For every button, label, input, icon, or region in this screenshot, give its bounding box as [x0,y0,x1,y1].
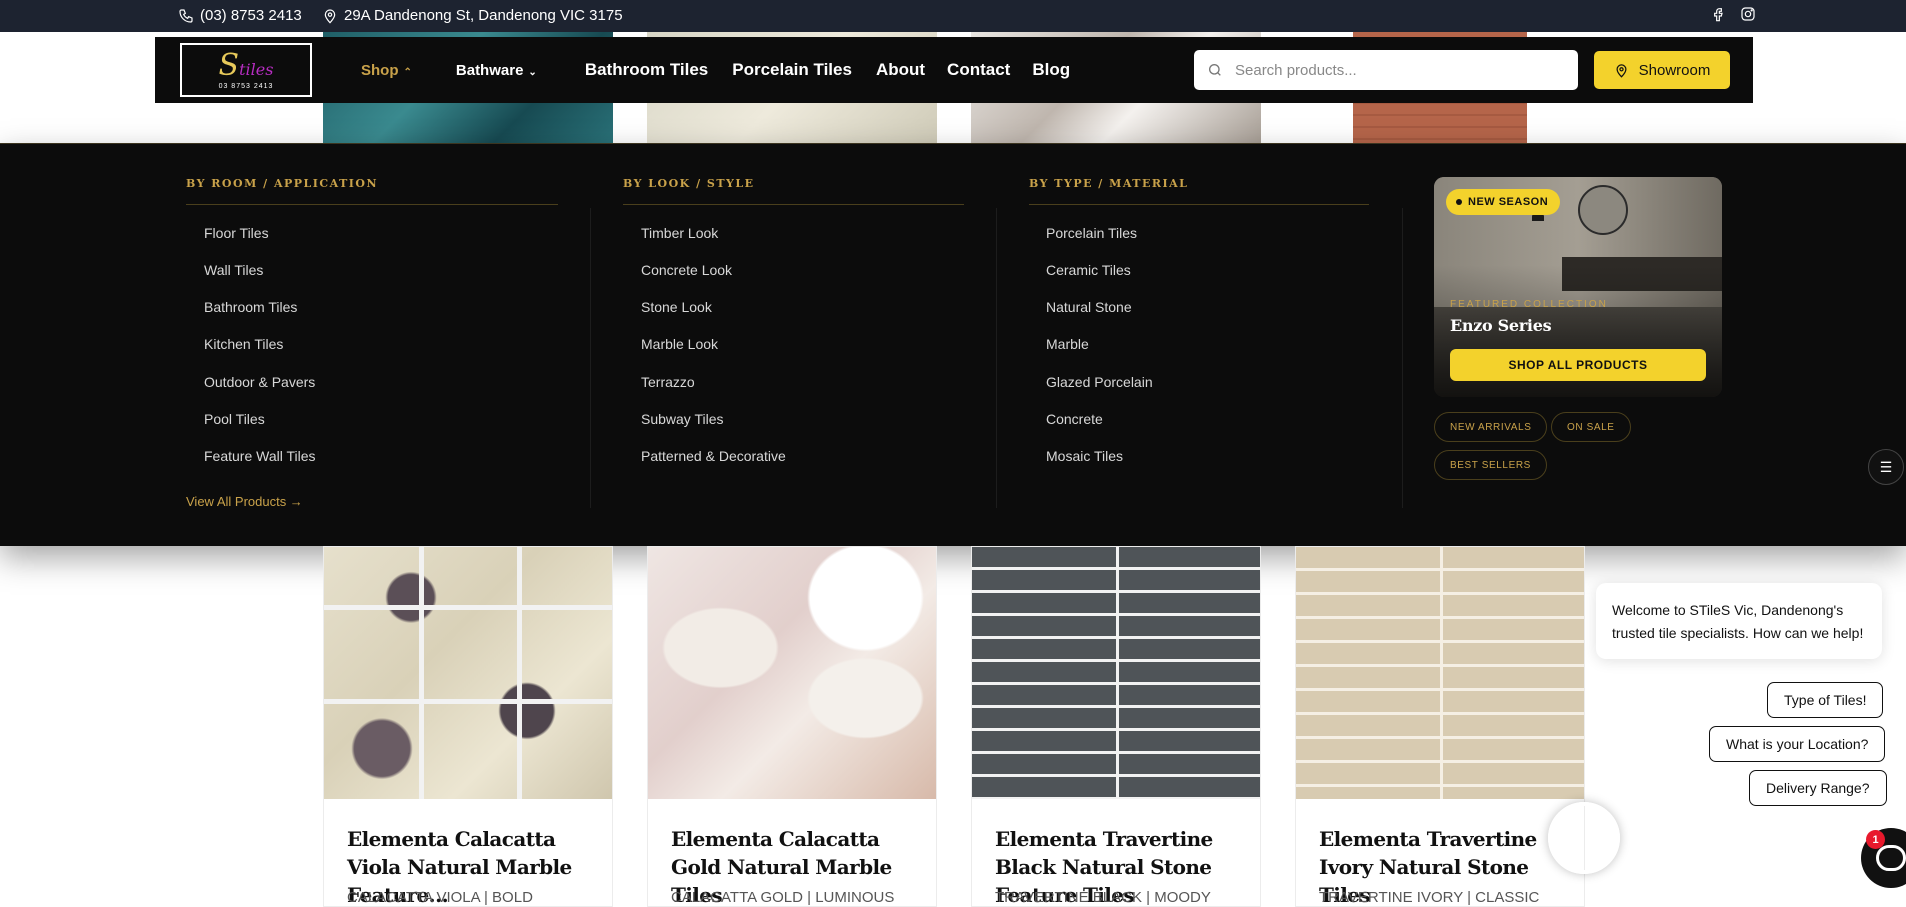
main-header: Stiles 03 8753 2413 Shop ⌃ Bathware ⌄ Bath… [155,37,1753,103]
menu-link-bathroom-tiles[interactable]: Bathroom Tiles [204,299,297,315]
nav-porcelain-tiles[interactable]: Porcelain Tiles [732,60,852,80]
top-info-bar: (03) 8753 2413 29A Dandenong St, Dandeno… [0,0,1906,32]
featured-title: Enzo Series [1450,316,1552,335]
menu-link-mosaic-tiles[interactable]: Mosaic Tiles [1046,448,1123,464]
tag-on-sale[interactable]: ON SALE [1551,412,1631,442]
nav-contact[interactable]: Contact [947,60,1010,80]
product-image[interactable] [648,547,936,799]
instagram-icon[interactable] [1740,6,1756,22]
chevron-up-icon: ⌃ [403,66,412,78]
menu-link-timber-look[interactable]: Timber Look [641,225,718,241]
menu-link-floor-tiles[interactable]: Floor Tiles [204,225,269,241]
tag-best-sellers[interactable]: BEST SELLERS [1434,450,1547,480]
chat-bubble-icon [1876,845,1906,871]
sliders-icon[interactable]: ☰ [1868,449,1904,485]
divider [996,208,997,508]
map-pin-icon [324,8,336,24]
product-image[interactable] [972,547,1260,799]
product-image[interactable] [1296,547,1584,799]
product-image[interactable] [324,547,612,799]
nav-bathware[interactable]: Bathware ⌄ [456,62,537,79]
divider [1402,208,1403,508]
menu-link-patterned-decorative[interactable]: Patterned & Decorative [641,448,786,464]
dot-icon [1456,199,1462,205]
showroom-button[interactable]: Showroom [1594,51,1730,89]
menu-link-ceramic-tiles[interactable]: Ceramic Tiles [1046,262,1131,278]
product-card[interactable]: Elementa Travertine Black Natural Stone … [971,546,1261,907]
social-links [1710,6,1756,22]
menu-link-wall-tiles[interactable]: Wall Tiles [204,262,263,278]
product-card[interactable]: Elementa Travertine Ivory Natural Stone … [1295,546,1585,907]
featured-label: FEATURED COLLECTION [1450,299,1608,310]
divider [186,204,558,205]
facebook-icon[interactable] [1710,6,1726,22]
search-box[interactable] [1194,50,1578,90]
nav-blog[interactable]: Blog [1032,60,1070,80]
column-heading-room: BY ROOM / APPLICATION [186,177,379,190]
quick-reply-location[interactable]: What is your Location? [1709,726,1886,762]
site-logo[interactable]: Stiles 03 8753 2413 [180,43,312,97]
logo-phone: 03 8753 2413 [218,82,274,90]
menu-link-marble[interactable]: Marble [1046,336,1089,352]
nav-about[interactable]: About [876,60,925,80]
address-text[interactable]: 29A Dandenong St, Dandenong VIC 3175 [344,7,623,24]
nav-bathroom-tiles[interactable]: Bathroom Tiles [585,60,708,80]
product-card[interactable]: Elementa Calacatta Gold Natural Marble T… [647,546,937,907]
chevron-down-icon: ⌄ [528,66,537,78]
menu-link-kitchen-tiles[interactable]: Kitchen Tiles [204,336,283,352]
column-heading-look: BY LOOK / STYLE [623,177,755,190]
product-subtitle: CALACATTA GOLD | LUMINOUS [671,889,895,906]
menu-link-natural-stone[interactable]: Natural Stone [1046,299,1132,315]
chat-welcome-bubble: Welcome to STileS Vic, Dandenong's trust… [1596,583,1882,659]
divider [623,204,964,205]
column-heading-type: BY TYPE / MATERIAL [1029,177,1189,190]
shop-all-products-button[interactable]: SHOP ALL PRODUCTS [1450,349,1706,381]
search-input[interactable] [1235,61,1555,79]
menu-link-glazed-porcelain[interactable]: Glazed Porcelain [1046,374,1153,390]
tag-new-arrivals[interactable]: NEW ARRIVALS [1434,412,1548,442]
main-nav: Shop ⌃ Bathware ⌄ Bathroom Tiles Porcelain… [361,37,1070,103]
address-contact[interactable]: 29A Dandenong St, Dandenong VIC 3175 [322,7,623,24]
product-subtitle: TRAVERTINE IVORY | CLASSIC [1319,889,1540,906]
quick-reply-type-of-tiles[interactable]: Type of Tiles! [1767,682,1884,718]
menu-link-outdoor-pavers[interactable]: Outdoor & Pavers [204,374,315,390]
loading-spinner-icon [1548,802,1620,874]
menu-link-stone-look[interactable]: Stone Look [641,299,712,315]
menu-link-marble-look[interactable]: Marble Look [641,336,718,352]
grout-line [1116,547,1119,799]
shop-mega-menu: BY ROOM / APPLICATION Floor Tiles Wall T… [0,143,1906,546]
menu-link-subway-tiles[interactable]: Subway Tiles [641,411,723,427]
unread-badge: 1 [1866,830,1885,849]
product-subtitle: CALACATTA VIOLA | BOLD [347,889,533,906]
menu-link-terrazzo[interactable]: Terrazzo [641,374,695,390]
phone-contact[interactable]: (03) 8753 2413 [178,7,302,24]
new-season-badge: NEW SEASON [1446,189,1561,215]
divider [1029,204,1369,205]
nav-shop[interactable]: Shop ⌃ [361,62,412,79]
search-icon [1209,63,1221,76]
logo-mark: Stiles [218,47,274,83]
product-card[interactable]: Elementa Calacatta Viola Natural Marble … [323,546,613,907]
menu-link-porcelain-tiles[interactable]: Porcelain Tiles [1046,225,1137,241]
menu-link-concrete-look[interactable]: Concrete Look [641,262,732,278]
featured-collection-card[interactable]: NEW SEASON FEATURED COLLECTION Enzo Seri… [1434,177,1722,397]
menu-link-pool-tiles[interactable]: Pool Tiles [204,411,265,427]
map-pin-icon [1616,63,1627,78]
showroom-label: Showroom [1638,61,1711,79]
grout-line [1440,547,1443,799]
divider [590,208,591,508]
view-all-products-link[interactable]: View All Products → [186,494,303,509]
menu-link-concrete[interactable]: Concrete [1046,411,1103,427]
phone-icon [179,8,193,23]
phone-number[interactable]: (03) 8753 2413 [200,7,302,24]
menu-link-feature-wall-tiles[interactable]: Feature Wall Tiles [204,448,316,464]
product-subtitle: TRAVERTINE BLACK | MOODY [995,889,1211,906]
quick-reply-delivery-range[interactable]: Delivery Range? [1749,770,1887,806]
